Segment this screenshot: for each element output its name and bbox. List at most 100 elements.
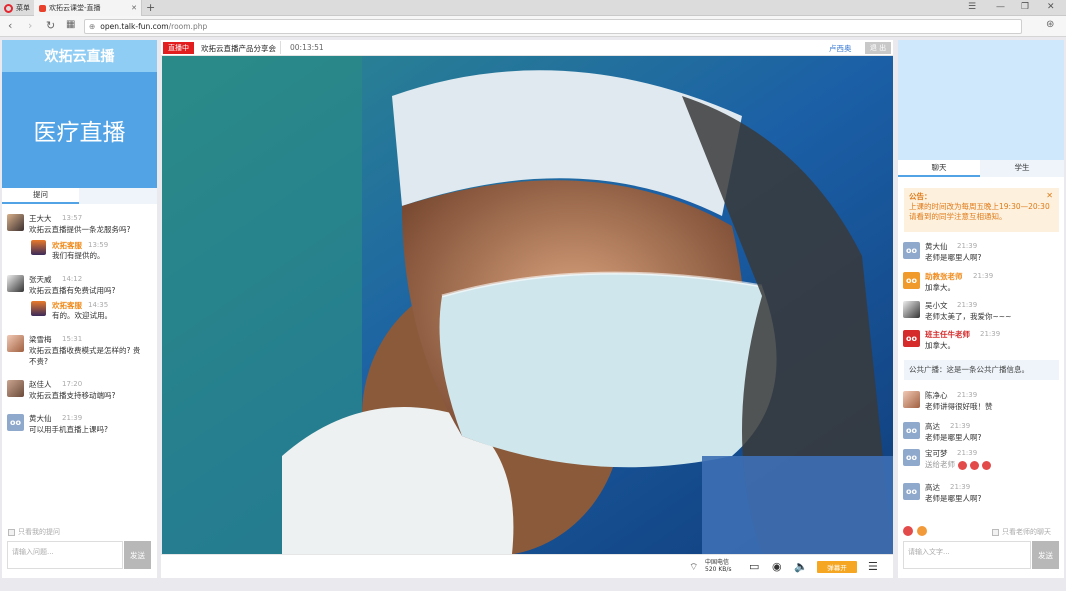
- question-text: 欢拓云直播收费模式是怎样的? 贵: [29, 346, 141, 355]
- tab-close-icon[interactable]: ✕: [131, 4, 137, 12]
- owl-avatar-icon: oo: [903, 242, 920, 259]
- host-name[interactable]: 卢西奥: [829, 43, 852, 54]
- browser-menu-button[interactable]: 菜单: [0, 0, 34, 16]
- exit-button[interactable]: 退 出: [865, 42, 891, 54]
- question-tabs: 提问: [2, 188, 157, 204]
- favicon-icon: [39, 4, 46, 12]
- volume-icon[interactable]: 🔈: [794, 560, 808, 573]
- checkbox-icon[interactable]: [992, 528, 999, 536]
- list-icon[interactable]: ☰: [868, 560, 878, 573]
- question-text-cont: 不贵?: [29, 357, 48, 366]
- chat-send-button[interactable]: 发送: [1032, 541, 1059, 569]
- asker-name: 梁雪梅: [29, 335, 52, 344]
- message-text: 加拿大。: [925, 283, 955, 292]
- gift-text: 送给老师: [925, 460, 955, 469]
- tab-students[interactable]: 学生: [980, 160, 1064, 177]
- announcement-line-2: 请看到的同学注意互相通知。: [909, 212, 1007, 221]
- sender-name: 班主任牛老师: [925, 330, 970, 339]
- live-header: 直播中 欢拓云直播产品分享会 00:13:51 卢西奥 退 出: [161, 40, 893, 56]
- public-broadcast: 公共广播：这是一条公共广播信息。: [904, 360, 1059, 380]
- avatar: [903, 391, 920, 408]
- message-time: 21:39: [980, 330, 1001, 338]
- question-text: 欢拓云直播有免费试用吗?: [29, 286, 116, 295]
- divider: [280, 41, 281, 54]
- course-banner: 医疗直播: [2, 72, 157, 188]
- sender-name: 宝可梦: [925, 449, 948, 458]
- announcement-line-1: 上课的时间改为每周五晚上19:30—20:30: [909, 202, 1050, 211]
- download-icon[interactable]: ⊛: [1046, 19, 1054, 30]
- forward-icon[interactable]: ›: [28, 19, 32, 32]
- reply-text: 我们有提供的。: [52, 251, 105, 260]
- message-time: 17:20: [62, 380, 83, 388]
- tab-chat[interactable]: 聊天: [898, 160, 980, 177]
- browser-tab[interactable]: 欢拓云课堂-直播 ✕: [34, 0, 142, 16]
- player-controls: ⌔ 中国电信 520 KB/s ▭ ◉ 🔈 弹幕开 ☰: [161, 554, 893, 578]
- network-speed: 520 KB/s: [705, 566, 732, 573]
- owl-avatar-icon: oo: [7, 414, 24, 431]
- minimize-icon[interactable]: —: [996, 2, 1005, 12]
- flower-icon: [982, 460, 991, 470]
- message-time: 14:12: [62, 275, 83, 283]
- message-time: 21:39: [950, 422, 971, 430]
- network-status[interactable]: 中国电信 520 KB/s: [705, 559, 732, 573]
- owl-avatar-icon: oo: [903, 422, 920, 439]
- only-mine-toggle[interactable]: 只看我的提问: [8, 527, 60, 537]
- checkbox-icon[interactable]: [8, 528, 15, 536]
- avatar: [7, 380, 24, 397]
- sender-name: 黄大仙: [925, 242, 948, 251]
- question-send-button[interactable]: 发送: [124, 541, 151, 569]
- flower-icon: [958, 460, 967, 470]
- message-text: 加拿大。: [925, 341, 955, 350]
- teacher-camera-area: [898, 40, 1064, 160]
- reload-icon[interactable]: ↻: [46, 19, 55, 32]
- message-text: 老师太美了，我爱你~~~: [925, 312, 1012, 321]
- message-text: 送给老师: [925, 459, 991, 470]
- only-teacher-toggle[interactable]: 只看老师的聊天: [992, 527, 1051, 537]
- camera-icon[interactable]: ◉: [772, 560, 782, 573]
- live-badge: 直播中: [163, 42, 194, 54]
- emoji-icon[interactable]: [917, 526, 927, 536]
- new-tab-button[interactable]: +: [146, 1, 155, 14]
- message-text: 老师是哪里人啊?: [925, 433, 982, 442]
- avatar: [31, 240, 46, 255]
- chat-tabs: 聊天 学生: [898, 160, 1064, 177]
- flower-icon[interactable]: [903, 526, 913, 536]
- restore-icon[interactable]: ❐: [1021, 2, 1029, 12]
- asker-name: 王大大: [29, 214, 52, 223]
- message-time: 14:35: [88, 301, 109, 309]
- chat-panel: 聊天 学生 公告： 上课的时间改为每周五晚上19:30—20:30 请看到的同学…: [898, 40, 1064, 578]
- avatar: [7, 275, 24, 292]
- back-icon[interactable]: ‹: [8, 19, 12, 32]
- question-panel: 欢拓云直播 医疗直播 提问 王大大 13:57 欢拓云直播提供一条龙服务吗? 欢…: [2, 40, 157, 578]
- sender-name: 高达: [925, 422, 940, 431]
- message-time: 21:39: [957, 242, 978, 250]
- chat-input[interactable]: 请输入文字...: [903, 541, 1031, 569]
- chat-bubble-icon[interactable]: ▭: [749, 560, 759, 573]
- message-time: 15:31: [62, 335, 83, 343]
- question-input[interactable]: 请输入问题...: [7, 541, 123, 569]
- tab-questions[interactable]: 提问: [2, 188, 79, 204]
- live-video[interactable]: [162, 56, 893, 554]
- avatar: [31, 301, 46, 316]
- close-window-icon[interactable]: ✕: [1047, 2, 1055, 12]
- room-title: 欢拓云直播产品分享会: [201, 44, 276, 53]
- close-icon[interactable]: ✕: [1046, 191, 1053, 200]
- sender-name: 陈净心: [925, 391, 948, 400]
- message-time: 13:59: [88, 241, 109, 249]
- speed-dial-icon[interactable]: ▦: [66, 19, 75, 30]
- url-field[interactable]: ⊕ open.talk-fun.com/room.php: [84, 19, 1022, 34]
- url-host: open.talk-fun.com: [100, 22, 169, 31]
- only-mine-label: 只看我的提问: [18, 528, 60, 536]
- globe-icon: ⊕: [89, 22, 96, 31]
- url-path: /room.php: [168, 22, 208, 31]
- elapsed-time: 00:13:51: [290, 43, 324, 52]
- danmu-toggle-button[interactable]: 弹幕开: [817, 561, 857, 573]
- owl-avatar-icon: oo: [903, 483, 920, 500]
- network-carrier: 中国电信: [705, 559, 730, 566]
- avatar: [7, 335, 24, 352]
- tab-menu-icon[interactable]: ☰: [968, 2, 976, 12]
- sender-name: 吴小文: [925, 301, 948, 310]
- avatar: [903, 301, 920, 318]
- chat-tools: [903, 526, 927, 536]
- message-time: 21:39: [957, 449, 978, 457]
